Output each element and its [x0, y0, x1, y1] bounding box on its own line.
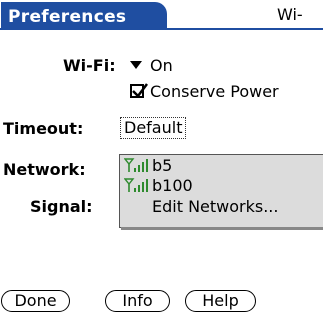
network-popup-list[interactable]: b5 b100 Edit Networks... [119, 154, 323, 228]
wifi-signal-icon [123, 158, 150, 172]
signal-label: Signal: [30, 197, 93, 216]
network-item-b100[interactable]: b100 [123, 176, 193, 195]
title-status-text: Wi- [277, 5, 303, 24]
triangle-down-icon [130, 61, 142, 69]
titlebar-divider [0, 28, 323, 30]
conserve-power-label: Conserve Power [150, 82, 279, 101]
network-item-label: b5 [152, 156, 173, 175]
wifi-label: Wi-Fi: [63, 56, 116, 75]
done-button[interactable]: Done [1, 290, 70, 312]
checkmark-icon [132, 83, 148, 98]
wifi-dropdown[interactable]: On [128, 52, 188, 76]
network-item-label: b100 [152, 176, 193, 195]
wifi-signal-icon [123, 178, 150, 192]
edit-networks-item[interactable]: Edit Networks... [152, 198, 278, 216]
network-item-b5[interactable]: b5 [123, 156, 173, 175]
conserve-power-checkbox[interactable]: Conserve Power [128, 81, 298, 101]
info-button[interactable]: Info [105, 290, 170, 312]
popup-shadow [121, 227, 323, 230]
help-button[interactable]: Help [185, 290, 256, 312]
checkbox-box [130, 83, 148, 98]
timeout-selector[interactable]: Default [120, 117, 187, 139]
title-tab[interactable]: Preferences [1, 2, 167, 30]
network-label: Network: [3, 160, 86, 179]
wifi-value: On [150, 56, 173, 75]
page-title: Preferences [8, 7, 127, 27]
timeout-label: Timeout: [3, 119, 84, 138]
